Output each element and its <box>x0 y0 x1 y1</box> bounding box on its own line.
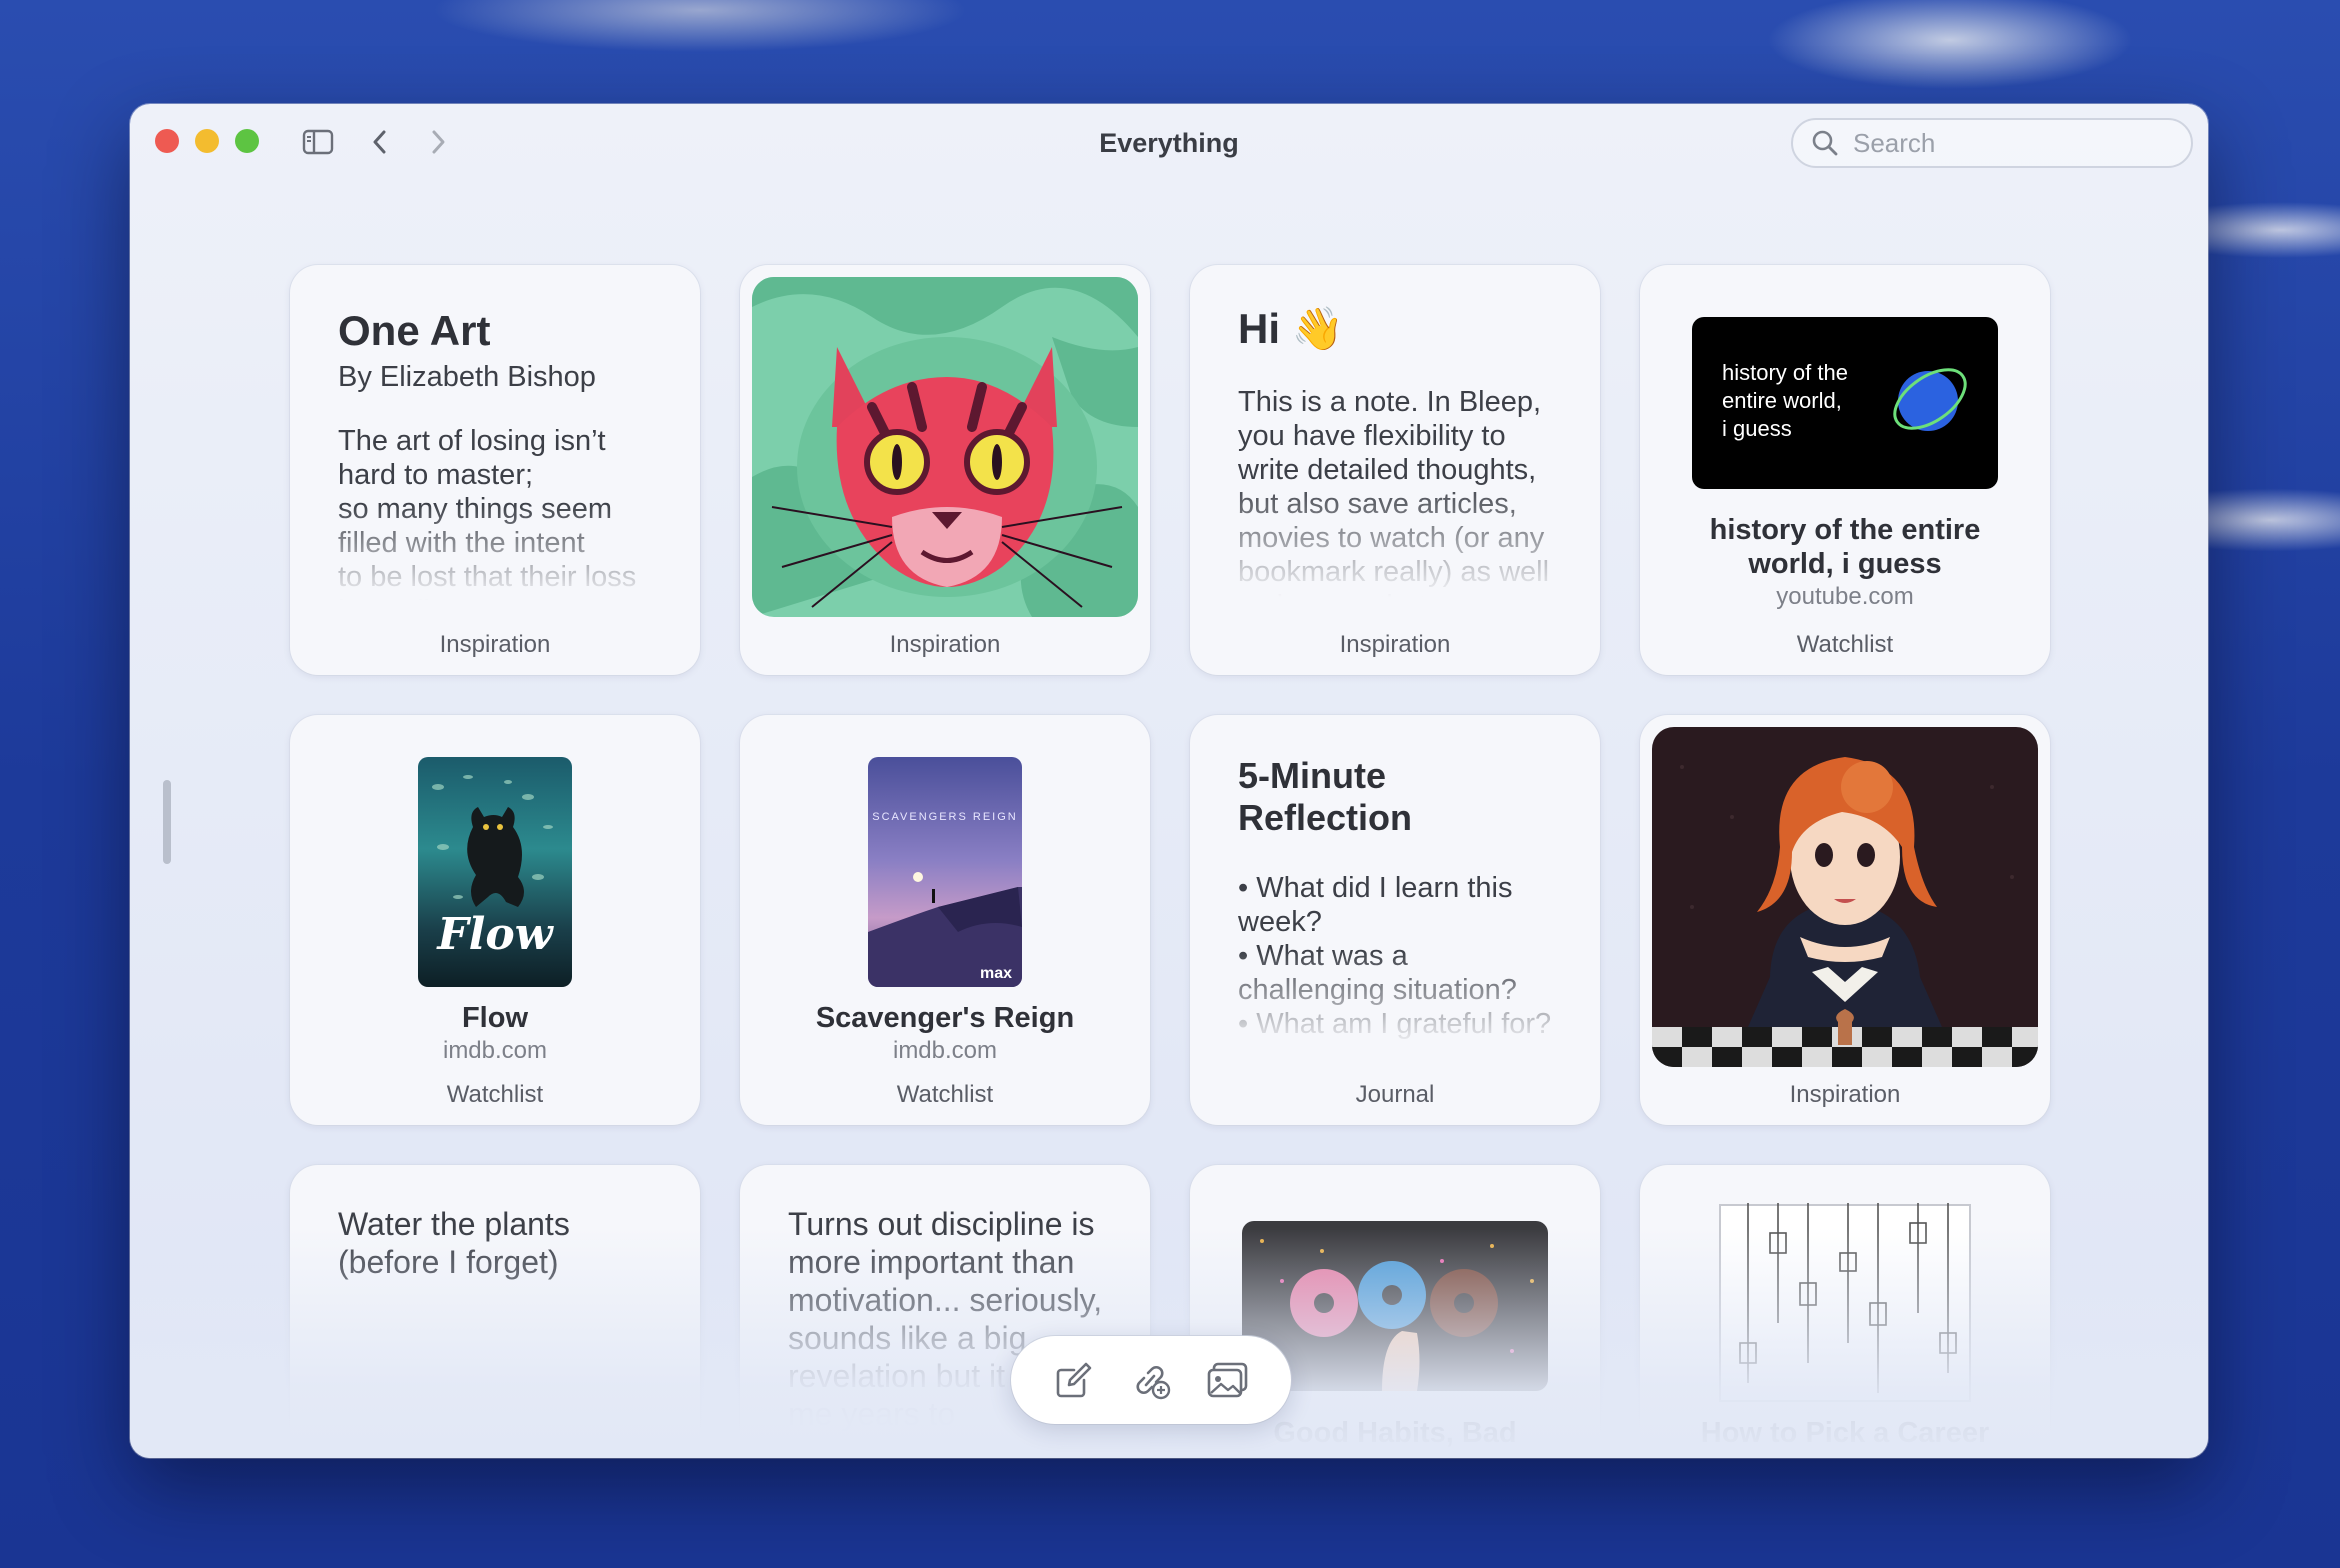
card-source: imdb.com <box>442 1037 548 1064</box>
card-water-plants[interactable]: Water the plants (before I forget) <box>290 1165 700 1458</box>
card-reflection[interactable]: 5-Minute Reflection • What did I learn t… <box>1190 715 1600 1125</box>
card-title: One Art <box>338 307 491 354</box>
card-tag: Inspiration <box>889 631 1001 658</box>
card-tag: Watchlist <box>896 1081 994 1108</box>
card-title: Flow <box>461 1002 529 1034</box>
card-title: 5-Minute Reflection <box>1238 755 1413 838</box>
card-title: Hi 👋 <box>1238 305 1344 352</box>
card-title: Good Habits, Bad <box>1273 1417 1517 1449</box>
card-cat-image[interactable]: Inspiration <box>740 265 1150 675</box>
compose-icon <box>1056 1362 1091 1398</box>
card-body: This is a note. In Bleep, you have flexi… <box>1238 386 1550 597</box>
poster-header: SCAVENGERS REIGN <box>872 811 1018 823</box>
search-icon <box>1812 130 1838 156</box>
thumbnail-text: history of the entire world, i guess <box>1722 360 1848 441</box>
card-tag: Watchlist <box>446 1081 544 1108</box>
chess-girl-illustration <box>1652 727 2038 1067</box>
card-hi-note[interactable]: Hi 👋 This is a note. In Bleep, you have … <box>1190 265 1600 675</box>
card-body: Water the plants (before I forget) <box>338 1206 570 1280</box>
poster-title: Flow <box>437 909 553 960</box>
card-subtitle: By Elizabeth Bishop <box>338 361 596 394</box>
video-thumbnail: history of the entire world, i guess <box>1692 317 1998 489</box>
card-tag: Watchlist <box>1796 631 1894 658</box>
card-title: How to Pick a Career <box>1700 1417 1990 1449</box>
new-note-button[interactable] <box>1048 1354 1100 1406</box>
movie-poster: SCAVENGERS REIGN max <box>868 757 1022 987</box>
card-flow[interactable]: Flow Flow imdb.com Watchlist <box>290 715 700 1125</box>
search-input[interactable] <box>1853 127 2173 159</box>
card-title: Scavenger's Reign <box>815 1002 1075 1034</box>
card-body: • What did I learn this week? • What was… <box>1238 872 1552 1040</box>
card-tag: Inspiration <box>439 631 551 658</box>
card-queens-image[interactable]: Inspiration <box>1640 715 2050 1125</box>
card-tag: Journal <box>1355 1081 1435 1108</box>
card-career[interactable]: How to Pick a Career <box>1640 1165 2050 1458</box>
card-history-video[interactable]: history of the entire world, i guess his… <box>1640 265 2050 675</box>
card-source: imdb.com <box>892 1037 998 1064</box>
app-window: Everything One Art By Elizabeth Bishop T… <box>130 104 2208 1458</box>
add-link-icon <box>1136 1366 1171 1400</box>
card-tag: Inspiration <box>1789 1081 1901 1108</box>
add-link-button[interactable] <box>1125 1354 1177 1406</box>
card-one-art[interactable]: One Art By Elizabeth Bishop The art of l… <box>290 265 700 675</box>
planet-icon <box>1893 368 1967 431</box>
card-tag: Inspiration <box>1339 631 1451 658</box>
card-scavengers[interactable]: SCAVENGERS REIGN max Scavenger's Reign i… <box>740 715 1150 1125</box>
card-title: history of the entire world, i guess <box>1709 514 1981 580</box>
add-image-icon <box>1208 1362 1248 1398</box>
movie-poster: Flow <box>418 757 572 987</box>
add-image-button[interactable] <box>1202 1354 1254 1406</box>
card-body: The art of losing isn’t hard to master; … <box>338 425 637 600</box>
poster-brand: max <box>979 965 1012 982</box>
poster-art <box>868 872 1022 987</box>
search-field[interactable] <box>1791 118 2193 168</box>
floating-toolbar <box>1011 1336 1291 1424</box>
card-source: youtube.com <box>1776 583 1914 610</box>
cat-illustration <box>752 277 1138 617</box>
career-sketch <box>1719 1203 1971 1402</box>
scroll-indicator[interactable] <box>163 780 171 864</box>
titlebar: Everything <box>130 104 2208 180</box>
